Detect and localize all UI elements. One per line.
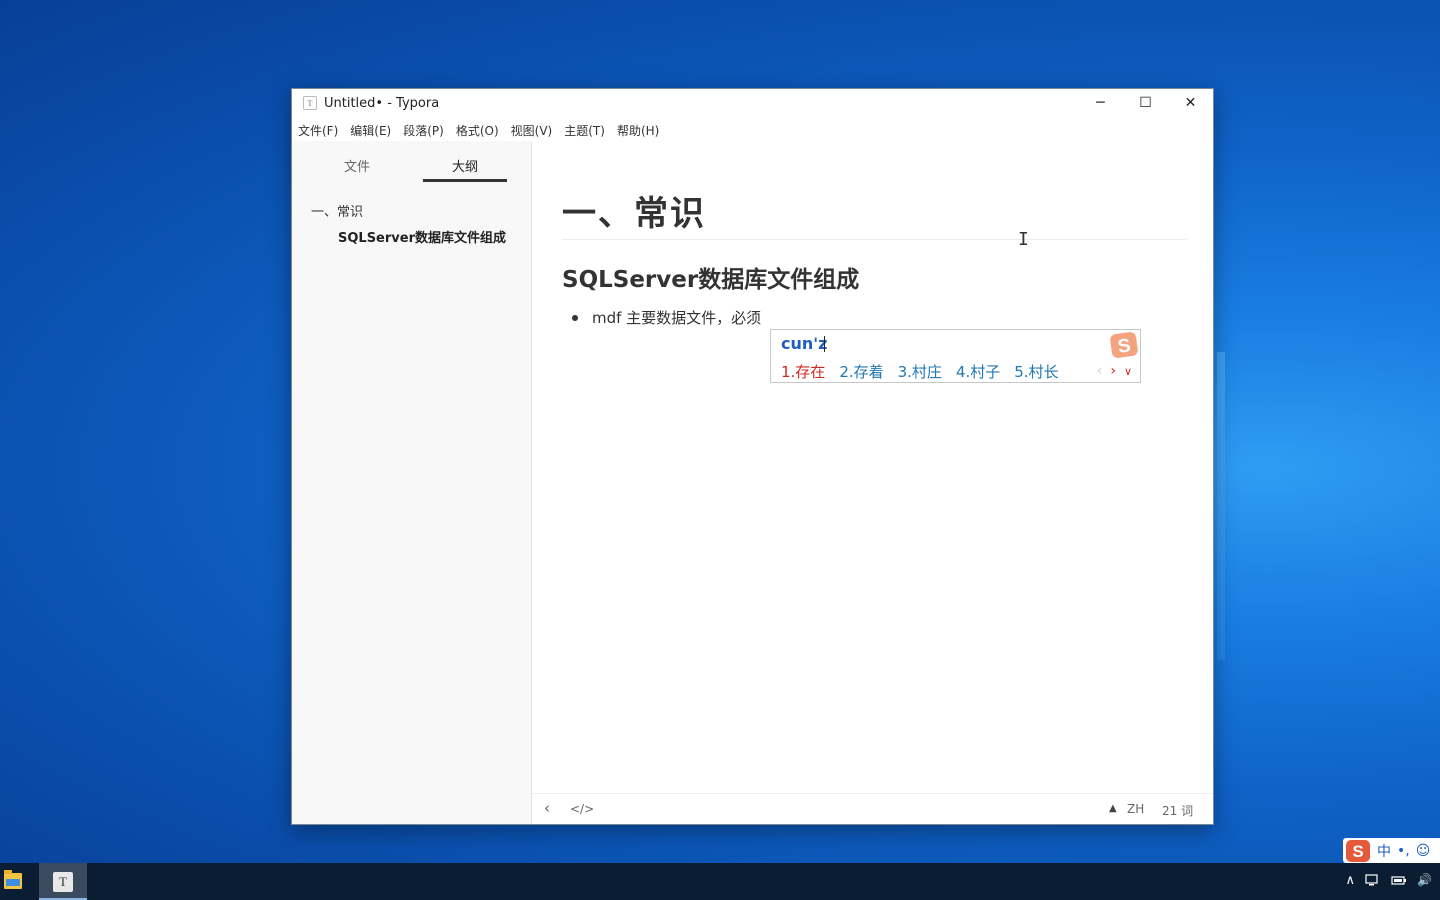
source-code-mode-button[interactable]: </> (570, 802, 594, 816)
menu-paragraph[interactable]: 段落(P) (397, 122, 450, 139)
ime-candidate-3[interactable]: 3.村庄 (898, 361, 942, 382)
heading-1[interactable]: 一、常识 (562, 186, 706, 235)
taskbar-typora-button[interactable]: T (39, 863, 87, 900)
heading-2[interactable]: SQLServer数据库文件组成 (562, 260, 859, 294)
sogou-logo-icon: S (1108, 330, 1140, 360)
warning-icon[interactable]: ▲ (1109, 803, 1117, 814)
desktop-background-streak (1217, 352, 1225, 660)
menu-theme[interactable]: 主题(T) (558, 122, 611, 139)
tab-outline[interactable]: 大纲 (452, 156, 478, 175)
battery-icon[interactable] (1391, 873, 1407, 887)
menu-edit[interactable]: 编辑(E) (344, 122, 397, 139)
menu-format[interactable]: 格式(O) (450, 122, 505, 139)
ime-page-nav: ‹ › ∨ (1097, 363, 1132, 379)
typora-window: T Untitled• - Typora ─ ☐ ✕ 文件(F) 编辑(E) 段… (291, 88, 1214, 825)
heading-divider (562, 239, 1187, 240)
ime-next-page-icon[interactable]: › (1110, 363, 1116, 379)
active-tab-indicator (423, 179, 507, 182)
ime-candidate-popup: cun'z S 1.存在 2.存着 3.村庄 4.村子 5.村长 ‹ › ∨ (770, 329, 1141, 383)
network-icon[interactable] (1365, 873, 1381, 887)
file-explorer-icon[interactable] (4, 870, 22, 889)
svg-text:S: S (1352, 842, 1363, 861)
show-hidden-icons-icon[interactable]: ∧ (1346, 873, 1356, 888)
volume-icon[interactable]: 🔊 (1417, 873, 1432, 888)
taskbar: T ∧ 🔊 (0, 863, 1440, 900)
toggle-sidebar-button[interactable]: ‹ (544, 799, 550, 817)
ime-emoji-icon[interactable]: ☺ (1416, 843, 1431, 859)
bullet-list-item[interactable]: mdf 主要数据文件，必须 (592, 307, 761, 328)
typora-app-icon: T (303, 96, 317, 110)
ime-composition-input: cun'z (781, 334, 828, 353)
language-indicator[interactable]: ZH (1127, 802, 1144, 816)
ime-candidate-1[interactable]: 1.存在 (781, 361, 825, 382)
tab-files[interactable]: 文件 (344, 156, 370, 175)
outline-item-h2[interactable]: SQLServer数据库文件组成 (338, 227, 506, 246)
ibeam-cursor-icon: I (1018, 229, 1029, 250)
maximize-button[interactable]: ☐ (1123, 89, 1168, 117)
bullet-icon (572, 315, 578, 321)
menu-help[interactable]: 帮助(H) (611, 122, 665, 139)
ime-mode-chinese[interactable]: 中 (1377, 841, 1391, 861)
ime-candidate-5[interactable]: 5.村长 (1014, 361, 1058, 382)
ime-expand-icon[interactable]: ∨ (1124, 365, 1132, 379)
title-bar[interactable]: T Untitled• - Typora ─ ☐ ✕ (292, 89, 1213, 117)
editor-pane[interactable]: 一、常识 I SQLServer数据库文件组成 mdf 主要数据文件，必须 ‹ … (532, 141, 1213, 824)
ime-status-bar: S 中 •, ☺ (1343, 838, 1440, 863)
ime-prev-page-icon[interactable]: ‹ (1097, 363, 1103, 379)
ime-candidate-4[interactable]: 4.村子 (956, 361, 1000, 382)
ime-candidate-2[interactable]: 2.存着 (839, 361, 883, 382)
window-title: Untitled• - Typora (324, 95, 440, 111)
outline-item-h1[interactable]: 一、常识 (311, 201, 363, 220)
sidebar-tabs: 文件 大纲 (292, 141, 531, 185)
menu-file[interactable]: 文件(F) (292, 122, 344, 139)
sogou-tray-icon[interactable]: S (1345, 839, 1371, 863)
minimize-button[interactable]: ─ (1078, 89, 1123, 117)
system-tray: ∧ 🔊 (1346, 873, 1432, 888)
menu-bar: 文件(F) 编辑(E) 段落(P) 格式(O) 视图(V) 主题(T) 帮助(H… (292, 119, 665, 141)
menu-view[interactable]: 视图(V) (505, 122, 559, 139)
ime-punctuation-toggle[interactable]: •, (1397, 843, 1410, 859)
status-bar: ‹ </> ▲ ZH 21 词 (532, 793, 1213, 824)
sidebar: 文件 大纲 一、常识 SQLServer数据库文件组成 (292, 141, 532, 824)
ime-caret (824, 336, 825, 352)
word-count[interactable]: 21 词 (1162, 802, 1193, 819)
ime-candidate-list: 1.存在 2.存着 3.村庄 4.村子 5.村长 (781, 361, 1073, 382)
typora-taskbar-icon: T (53, 871, 73, 892)
close-button[interactable]: ✕ (1168, 89, 1213, 117)
